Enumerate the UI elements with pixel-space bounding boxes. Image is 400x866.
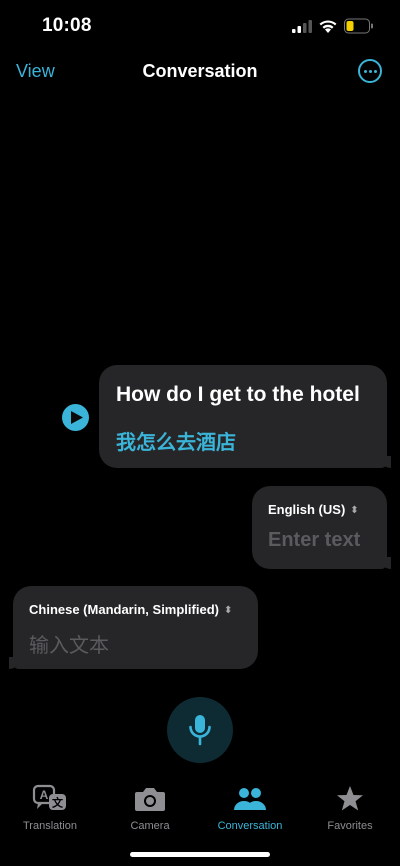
- tab-label: Conversation: [217, 820, 283, 832]
- more-options-icon[interactable]: [358, 59, 382, 83]
- microphone-button[interactable]: [167, 697, 233, 763]
- source-text: How do I get to the hotel: [116, 383, 360, 406]
- english-text-input[interactable]: Enter text: [268, 529, 360, 552]
- status-time: 10:08: [42, 15, 92, 36]
- english-input-bubble[interactable]: English (US) ⬍ Enter text: [252, 486, 391, 569]
- translated-text: 我怎么去酒店: [116, 432, 236, 454]
- status-bar: 10:08: [0, 0, 400, 52]
- chinese-text-input[interactable]: 输入文本: [29, 629, 109, 658]
- tab-label: Translation: [22, 820, 77, 832]
- tab-label: Favorites: [327, 820, 373, 832]
- svg-text:文: 文: [52, 796, 64, 810]
- microphone-icon: [189, 715, 211, 746]
- cellular-signal-icon: [292, 20, 312, 33]
- chevron-updown-icon: ⬍: [350, 505, 359, 516]
- language-selector-chinese[interactable]: Chinese (Mandarin, Simplified) ⬍: [29, 602, 232, 617]
- wifi-icon: [319, 20, 337, 33]
- people-icon: [234, 788, 266, 810]
- battery-icon: [344, 18, 373, 34]
- chinese-input-bubble[interactable]: Chinese (Mandarin, Simplified) ⬍ 输入文本: [9, 586, 258, 669]
- play-icon: [71, 411, 83, 424]
- svg-text:A: A: [40, 788, 49, 802]
- language-selector-english[interactable]: English (US) ⬍: [268, 502, 359, 517]
- translation-bubble[interactable]: How do I get to the hotel 我怎么去酒店: [99, 365, 391, 468]
- star-icon: [337, 786, 363, 811]
- camera-icon: [135, 788, 165, 811]
- language-label: English (US): [268, 502, 346, 517]
- play-translation-button[interactable]: [62, 404, 89, 431]
- page-title: Conversation: [142, 61, 258, 81]
- tab-conversation[interactable]: Conversation: [200, 784, 300, 832]
- tab-favorites[interactable]: Favorites: [300, 784, 400, 832]
- tab-camera[interactable]: Camera: [100, 784, 200, 832]
- home-indicator[interactable]: [130, 852, 270, 857]
- chevron-updown-icon: ⬍: [223, 605, 233, 616]
- tab-label: Camera: [130, 820, 170, 832]
- translation-icon: A 文: [32, 784, 66, 810]
- language-label: Chinese (Mandarin, Simplified): [29, 602, 219, 617]
- tab-translation[interactable]: A 文 Translation: [0, 784, 100, 832]
- navigation-bar: View Conversation: [0, 52, 400, 92]
